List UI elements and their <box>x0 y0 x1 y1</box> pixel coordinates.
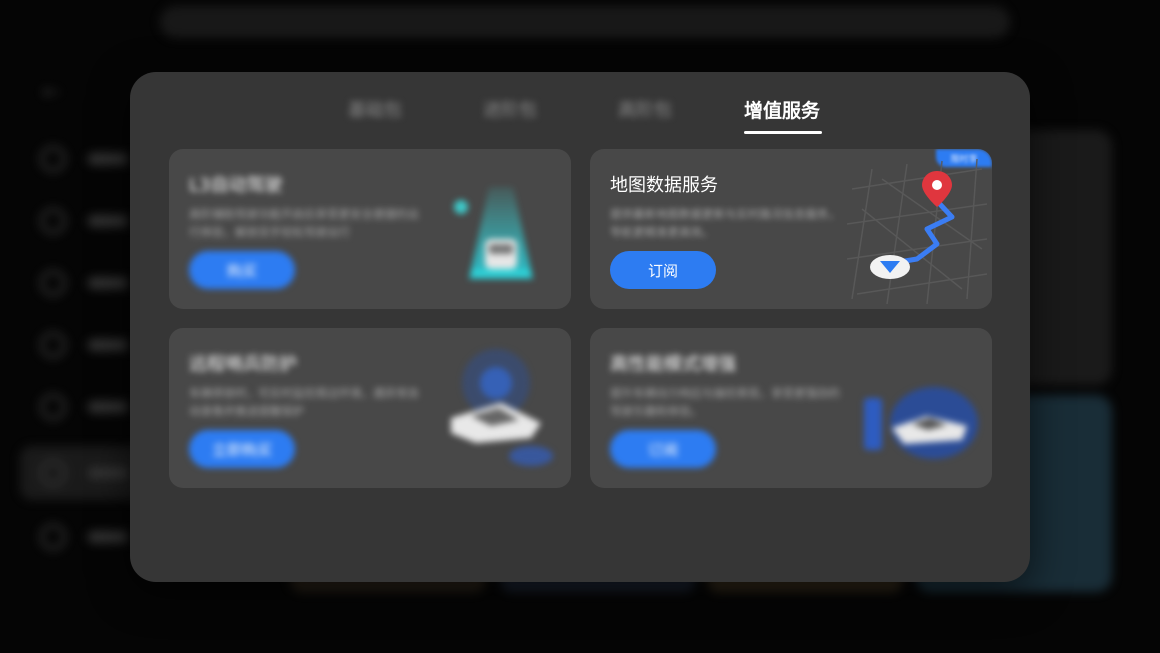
active-tab-indicator <box>744 131 822 134</box>
card-description: 提供最新地图数据更新与实时路况信息服务，导航更精准更高效。 <box>610 207 840 239</box>
autonomous-car-icon <box>454 187 533 279</box>
buy-now-button[interactable]: 立即购买 <box>189 430 295 468</box>
service-card-autonomous-driving[interactable]: L3自动驾驶 高阶辅助驾驶功能开启后享受更安全便捷的出行体验，解放双手轻松驾驶出… <box>169 149 571 309</box>
map-navigation-icon <box>846 158 988 305</box>
card-title: 地图数据服务 <box>610 175 718 196</box>
package-tabs: 基础包 进阶包 高阶包 增值服务 <box>130 72 1030 142</box>
tab-value-added[interactable]: 增值服务 <box>744 96 820 123</box>
background-top-bar <box>160 6 1010 38</box>
card-title: 高性能模式增强 <box>610 354 736 375</box>
tab-basic[interactable]: 基础包 <box>348 96 402 122</box>
performance-car-icon <box>864 387 978 459</box>
card-title: L3自动驾驶 <box>189 175 283 196</box>
service-package-dialog: 基础包 进阶包 高阶包 增值服务 L3自动驾驶 高阶辅助驾驶功能开启后享受更安全… <box>130 72 1030 582</box>
card-description: 提升车辆动力响应与操控表现，享受更强劲的驾驶乐趣和体验。 <box>610 386 840 418</box>
service-card-sentry-protection[interactable]: 远程哨兵防护 车辆停放时，可实时监控周边环境，遇异常自动录像并推送提醒保护 立即… <box>169 328 571 488</box>
service-card-map-data[interactable]: 地图数据服务 提供最新地图数据更新与实时路况信息服务，导航更精准更高效。 订阅 … <box>590 149 992 309</box>
tab-premium[interactable]: 高阶包 <box>618 96 672 122</box>
buy-button[interactable]: 购买 <box>189 251 295 289</box>
sentry-car-icon <box>451 349 553 466</box>
card-description: 车辆停放时，可实时监控周边环境，遇异常自动录像并推送提醒保护 <box>189 386 419 418</box>
card-description: 高阶辅助驾驶功能开启后享受更安全便捷的出行体验，解放双手轻松驾驶出行 <box>189 207 419 239</box>
tab-advanced[interactable]: 进阶包 <box>483 96 537 122</box>
card-title: 远程哨兵防护 <box>189 354 297 375</box>
service-card-performance-mode[interactable]: 高性能模式增强 提升车辆动力响应与操控表现，享受更强劲的驾驶乐趣和体验。 订阅 <box>590 328 992 488</box>
subscribe-button[interactable]: 订阅 <box>610 251 716 289</box>
subscribe-button[interactable]: 订阅 <box>610 430 716 468</box>
